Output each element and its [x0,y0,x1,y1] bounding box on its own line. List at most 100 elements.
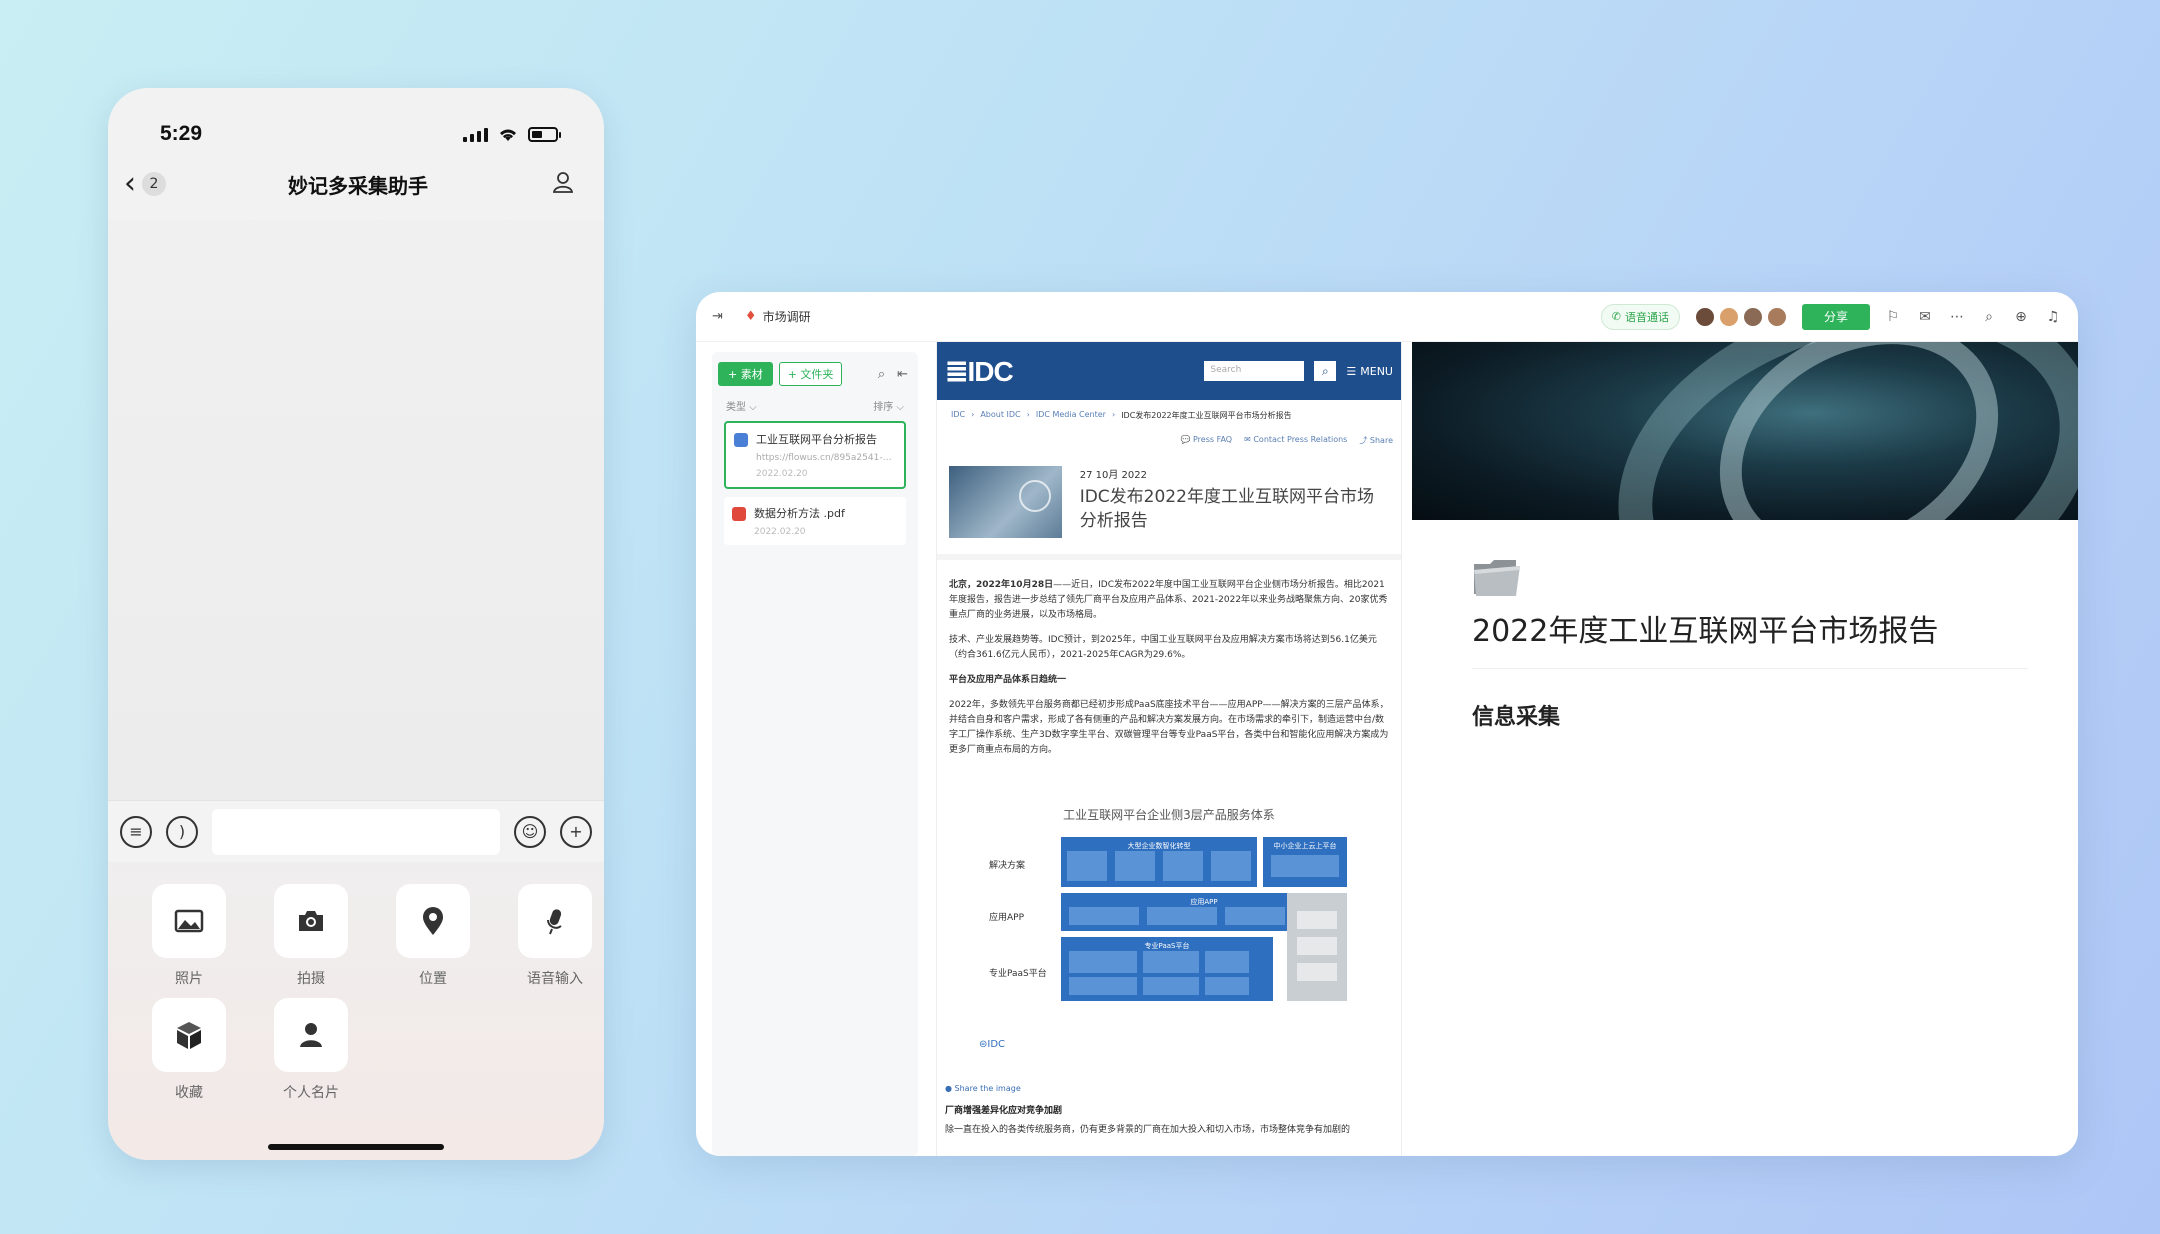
panel-label: 个人名片 [283,1085,339,1101]
battery-icon [528,127,561,142]
article-hero: 27 10月 2022 IDC发布2022年度工业互联网平台市场分析报告 [937,446,1401,560]
material-card[interactable]: 工业互联网平台分析报告 https://flowus.cn/895a2541-a… [724,421,906,489]
doc-cover-image[interactable] [1412,342,2078,520]
press-links: 💬 Press FAQ ✉ Contact Press Relations ⤴ … [937,421,1401,446]
add-folder-button[interactable]: + 文件夹 [778,362,843,386]
sidebar-toggle-icon[interactable]: ⇥ [712,309,723,324]
bell-icon[interactable]: ♫ [2044,308,2062,326]
figure-diagram: 解决方案 应用APP 专业PaaS平台 大型企业数智化转型 中小企业上云上平台 [949,837,1389,1037]
document-editor: 2022年度工业互联网平台市场报告 信息采集 [1412,342,2078,1156]
avatar [1718,305,1740,328]
search-icon[interactable]: ⌕ [878,367,885,382]
microphone-icon [518,884,592,958]
material-sidebar: + 素材 + 文件夹 ⌕ ⇤ 类型 ⌵ 排序 ⌵ 工业互联网平台分析报告 htt… [712,352,918,1156]
doc-title[interactable]: 2022年度工业互联网平台市场报告 [1472,606,2078,650]
doc-section-heading[interactable]: 信息采集 [1472,699,2078,731]
crumb[interactable]: IDC [951,410,965,421]
cube-icon [152,998,226,1072]
list-icon[interactable]: ≡ [120,815,152,848]
panel-item-photo[interactable]: 照片 [128,884,250,988]
add-material-button[interactable]: + 素材 [718,362,773,386]
topbar-right: ✆ 语音通话 分享 ⚐ ✉ ⋯ ⌕ ⊕ ♫ [1600,303,2062,330]
press-faq-link[interactable]: 💬 Press FAQ [1180,435,1232,446]
breadcrumb-label: 市场调研 [762,310,811,324]
home-indicator [268,1144,444,1150]
collapse-icon[interactable]: ⇤ [897,367,908,382]
article-title: IDC发布2022年度工业互联网平台市场分析报告 [1079,487,1374,531]
panel-item-contact-card[interactable]: 个人名片 [250,998,372,1102]
panel-label: 位置 [419,971,447,987]
app-body: + 素材 + 文件夹 ⌕ ⇤ 类型 ⌵ 排序 ⌵ 工业互联网平台分析报告 htt… [696,342,2078,1156]
sidebar-filter: 类型 ⌵ 排序 ⌵ [712,396,918,421]
bookmark-icon[interactable]: ⚐ [1884,308,1902,326]
figure-block: 大型企业数智化转型 [1061,837,1257,887]
filter-type[interactable]: 类型 ⌵ [726,398,757,413]
comment-icon[interactable]: ✉ [1916,308,1934,326]
panel-item-voice-input[interactable]: 语音输入 [494,884,604,988]
share-link[interactable]: ⤴ Share [1359,435,1393,446]
input-bar: ≡ ) ☺ + [108,800,604,862]
panel-item-location[interactable]: 位置 [372,884,494,988]
person-icon[interactable] [550,169,576,199]
idc-menu-button[interactable]: ☰ MENU [1346,365,1393,378]
panel-item-favorites[interactable]: 收藏 [128,998,250,1102]
figure-row-label: 解决方案 [989,861,1026,871]
hero-image [949,466,1062,538]
figure-row-label: 专业PaaS平台 [989,969,1047,979]
paragraph: 北京，2022年10月28日——近日，IDC发布2022年度中国工业互联网平台企… [949,580,1388,620]
folder-icon[interactable] [1472,556,1522,598]
idc-navbar: ≣IDC Search ⌕ ☰ MENU [937,342,1401,400]
panel-label: 收藏 [175,1085,203,1101]
location-icon [396,884,470,958]
figure-side-block [1287,893,1347,1001]
voice-call-label: 语音通话 [1625,310,1669,324]
card-date: 2022.02.20 [754,527,806,537]
add-icon[interactable]: ⊕ [2012,308,2030,326]
breadcrumb[interactable]: ♦ 市场调研 [745,308,811,325]
paragraph: 2022年，多数领先平台服务商都已经初步形成PaaS底座技术平台——应用APP—… [949,700,1389,755]
section-heading: 厂商增强差异化应对竞争加剧 [945,1106,1063,1116]
search-icon[interactable]: ⌕ [1980,308,1998,326]
figure-block: 专业PaaS平台 [1061,937,1273,1001]
plus-icon[interactable]: + [560,815,592,848]
phone-screen: 5:29 ‹ 2 妙记多采集助手 ≡ ) ☺ + 照片 拍摄 位置 语音输入 收… [108,88,604,1160]
app-topbar: ⇥ ♦ 市场调研 ✆ 语音通话 分享 ⚐ ✉ ⋯ ⌕ ⊕ ♫ [696,292,2078,342]
pin-icon: ♦ [744,309,757,324]
share-button[interactable]: 分享 [1802,303,1870,330]
web-preview: ≣IDC Search ⌕ ☰ MENU IDC › About IDC › IDC… [936,342,1402,1156]
pdf-icon [732,507,746,521]
panel-label: 语音输入 [527,971,583,987]
avatar [1766,305,1788,328]
camera-icon [274,884,348,958]
message-input[interactable] [212,808,500,855]
contact-press-link[interactable]: ✉ Contact Press Relations [1244,435,1347,446]
collaborator-avatars[interactable] [1694,305,1788,328]
chat-header: ‹ 2 妙记多采集助手 [108,148,604,220]
emoji-icon[interactable]: ☺ [514,815,546,848]
more-icon[interactable]: ⋯ [1948,308,1966,326]
article-date: 27 10月 2022 [1079,470,1147,481]
voice-call-button[interactable]: ✆ 语音通话 [1600,303,1680,330]
chat-title: 妙记多采集助手 [288,173,428,198]
crumb[interactable]: About IDC [980,410,1020,421]
web-breadcrumb: IDC › About IDC › IDC Media Center › IDC发布2… [951,410,1292,421]
material-card[interactable]: 数据分析方法 .pdf 2022.02.20 [724,497,906,545]
status-bar: 5:29 [108,88,604,148]
back-button[interactable]: ‹ 2 [124,169,166,199]
idc-search-input[interactable]: Search [1204,361,1305,381]
chat-body [108,220,604,800]
idc-logo[interactable]: ≣IDC [945,355,1014,388]
divider [1472,668,2028,669]
search-icon[interactable]: ⌕ [1314,361,1337,381]
voice-icon[interactable]: ) [166,815,198,848]
filter-sort[interactable]: 排序 ⌵ [873,398,904,413]
figure-block: 中小企业上云上平台 [1263,837,1347,887]
crumb[interactable]: IDC Media Center [1036,410,1106,421]
app-window: ⇥ ♦ 市场调研 ✆ 语音通话 分享 ⚐ ✉ ⋯ ⌕ ⊕ ♫ + 素材 + 文件… [696,292,2078,1156]
panel-item-camera[interactable]: 拍摄 [250,884,372,988]
share-image-link[interactable]: ● Share the image [937,1070,1401,1093]
figure-title: 工业互联网平台企业侧3层产品服务体系 [1063,808,1275,822]
status-icons [463,127,561,148]
article-body: 北京，2022年10月28日——近日，IDC发布2022年度中国工业互联网平台企… [937,560,1401,1070]
card-date: 2022.02.20 [756,469,808,479]
